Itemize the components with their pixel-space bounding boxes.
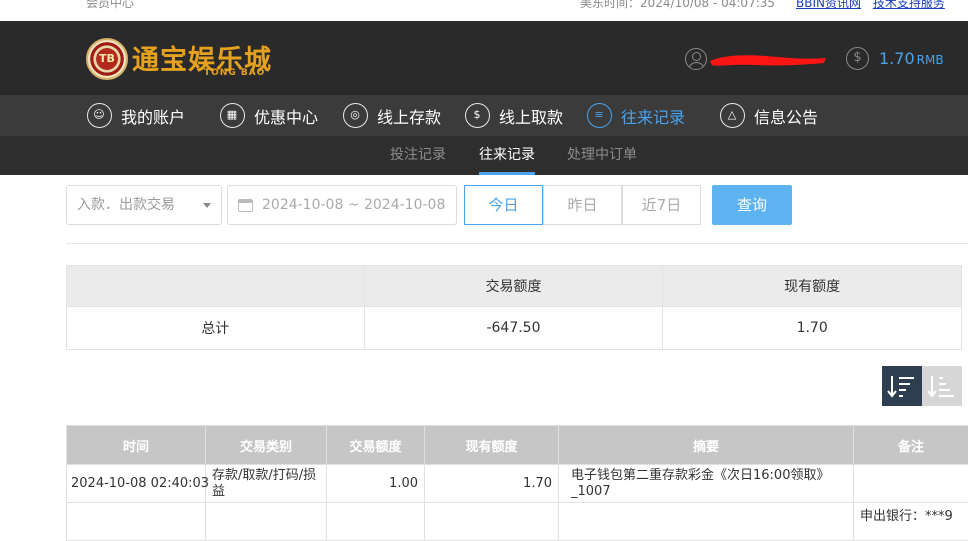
cell-amount: [327, 503, 425, 541]
redacted-username: [708, 51, 828, 69]
tab-bet-records[interactable]: 投注记录: [390, 136, 446, 175]
column-header-summary: 摘要: [559, 426, 854, 465]
summary-cell: 1.70: [663, 307, 962, 350]
transaction-detail-table: 时间 交易类别 交易额度 现有额度 摘要 备注 2024-10-08 02:40…: [66, 425, 968, 541]
nav-online-deposit[interactable]: ◎ 线上存款: [343, 95, 441, 136]
bbin-info-link[interactable]: BBIN资讯网: [796, 0, 861, 10]
bell-icon: △: [720, 103, 745, 128]
query-button[interactable]: 查询: [712, 185, 792, 225]
nav-label: 线上存款: [377, 104, 441, 128]
site-header: TB 通宝娱乐城 TONG BAO $ 1.70RMB: [0, 21, 968, 95]
chevron-down-icon: [203, 203, 211, 208]
detail-header-row: 时间 交易类别 交易额度 现有额度 摘要 备注: [67, 426, 968, 465]
column-header-remark: 备注: [854, 426, 968, 465]
column-header-amount: 交易额度: [327, 426, 425, 465]
nav-my-account[interactable]: ☺ 我的账户: [87, 95, 185, 136]
cell-summary: [559, 503, 854, 541]
table-row: 2024-10-08 02:40:03 存款/取款/打码/损益 1.00 1.7…: [67, 465, 968, 503]
tab-transaction-records[interactable]: 往来记录: [479, 136, 535, 175]
nav-label: 信息公告: [754, 104, 818, 128]
top-strip: 会员中心 美东时间：2024/10/08 - 04:07:35 BBIN资讯网 …: [0, 0, 968, 21]
sort-descending-button[interactable]: [882, 366, 922, 406]
cell-balance: [425, 503, 559, 541]
gift-icon: ▦: [220, 103, 245, 128]
server-time: 美东时间：2024/10/08 - 04:07:35: [580, 0, 775, 11]
column-header-type: 交易类别: [206, 426, 327, 465]
summary-table: 交易额度 现有额度 总计 -647.50 1.70: [66, 265, 962, 350]
summary-header-cell: 现有额度: [663, 266, 962, 307]
withdraw-icon: $: [465, 103, 490, 128]
nav-label: 优惠中心: [254, 104, 318, 128]
summary-cell: -647.50: [364, 307, 663, 350]
cell-time: [67, 503, 206, 541]
cell-remark: 申出银行：***9: [854, 503, 968, 541]
date-range-input[interactable]: 2024-10-08 ~ 2024-10-08: [227, 185, 457, 225]
summary-header-row: 交易额度 现有额度: [67, 266, 962, 307]
deposit-icon: ◎: [343, 103, 368, 128]
cell-amount: 1.00: [327, 465, 425, 503]
cell-time: 2024-10-08 02:40:03: [67, 465, 206, 503]
nav-label: 我的账户: [121, 104, 185, 128]
site-logo[interactable]: TB 通宝娱乐城 TONG BAO: [86, 38, 276, 80]
transaction-type-select[interactable]: 入款．出款交易: [66, 185, 222, 225]
table-row: 申出银行：***9: [67, 503, 968, 541]
main-nav: ☺ 我的账户 ▦ 优惠中心 ◎ 线上存款 $ 线上取款 ≡ 往来记录 △ 信息公…: [0, 95, 968, 136]
logo-badge-icon: TB: [86, 38, 128, 80]
cell-type: 存款/取款/打码/损益: [206, 465, 327, 503]
nav-announcements[interactable]: △ 信息公告: [720, 95, 818, 136]
summary-header-cell: [67, 266, 365, 307]
cell-summary: 电子钱包第二重存款彩金《次日16:00领取》_1007: [559, 465, 854, 503]
records-icon: ≡: [587, 103, 612, 128]
filter-last7days-button[interactable]: 近7日: [622, 185, 701, 225]
summary-cell: 总计: [67, 307, 365, 350]
summary-header-cell: 交易额度: [364, 266, 663, 307]
cell-remark: [854, 465, 968, 503]
cell-type: [206, 503, 327, 541]
filter-today-button[interactable]: 今日: [464, 185, 543, 225]
calendar-icon: [238, 199, 253, 212]
filter-yesterday-button[interactable]: 昨日: [543, 185, 622, 225]
sort-ascending-icon: [922, 366, 962, 406]
tab-pending-orders[interactable]: 处理中订单: [567, 136, 637, 175]
user-icon: ☺: [87, 103, 112, 128]
column-header-time: 时间: [67, 426, 206, 465]
nav-label: 往来记录: [621, 104, 685, 128]
sort-ascending-button[interactable]: [922, 366, 962, 406]
account-balance[interactable]: 1.70RMB: [879, 49, 944, 68]
logo-english-text: TONG BAO: [204, 68, 265, 78]
filter-divider: [66, 243, 968, 244]
balance-coin-icon: $: [846, 47, 869, 70]
sub-nav: 投注记录 往来记录 处理中订单: [0, 136, 968, 175]
nav-promotions[interactable]: ▦ 优惠中心: [220, 95, 318, 136]
tech-support-link[interactable]: 技术支持服务: [873, 0, 945, 10]
cell-balance: 1.70: [425, 465, 559, 503]
account-user-icon[interactable]: [685, 48, 707, 70]
nav-label: 线上取款: [499, 104, 563, 128]
column-header-balance: 现有额度: [425, 426, 559, 465]
nav-transaction-records[interactable]: ≡ 往来记录: [587, 95, 685, 136]
sort-descending-icon: [882, 366, 922, 406]
summary-total-row: 总计 -647.50 1.70: [67, 307, 962, 350]
member-center-label: 会员中心: [86, 0, 134, 11]
nav-online-withdraw[interactable]: $ 线上取款: [465, 95, 563, 136]
